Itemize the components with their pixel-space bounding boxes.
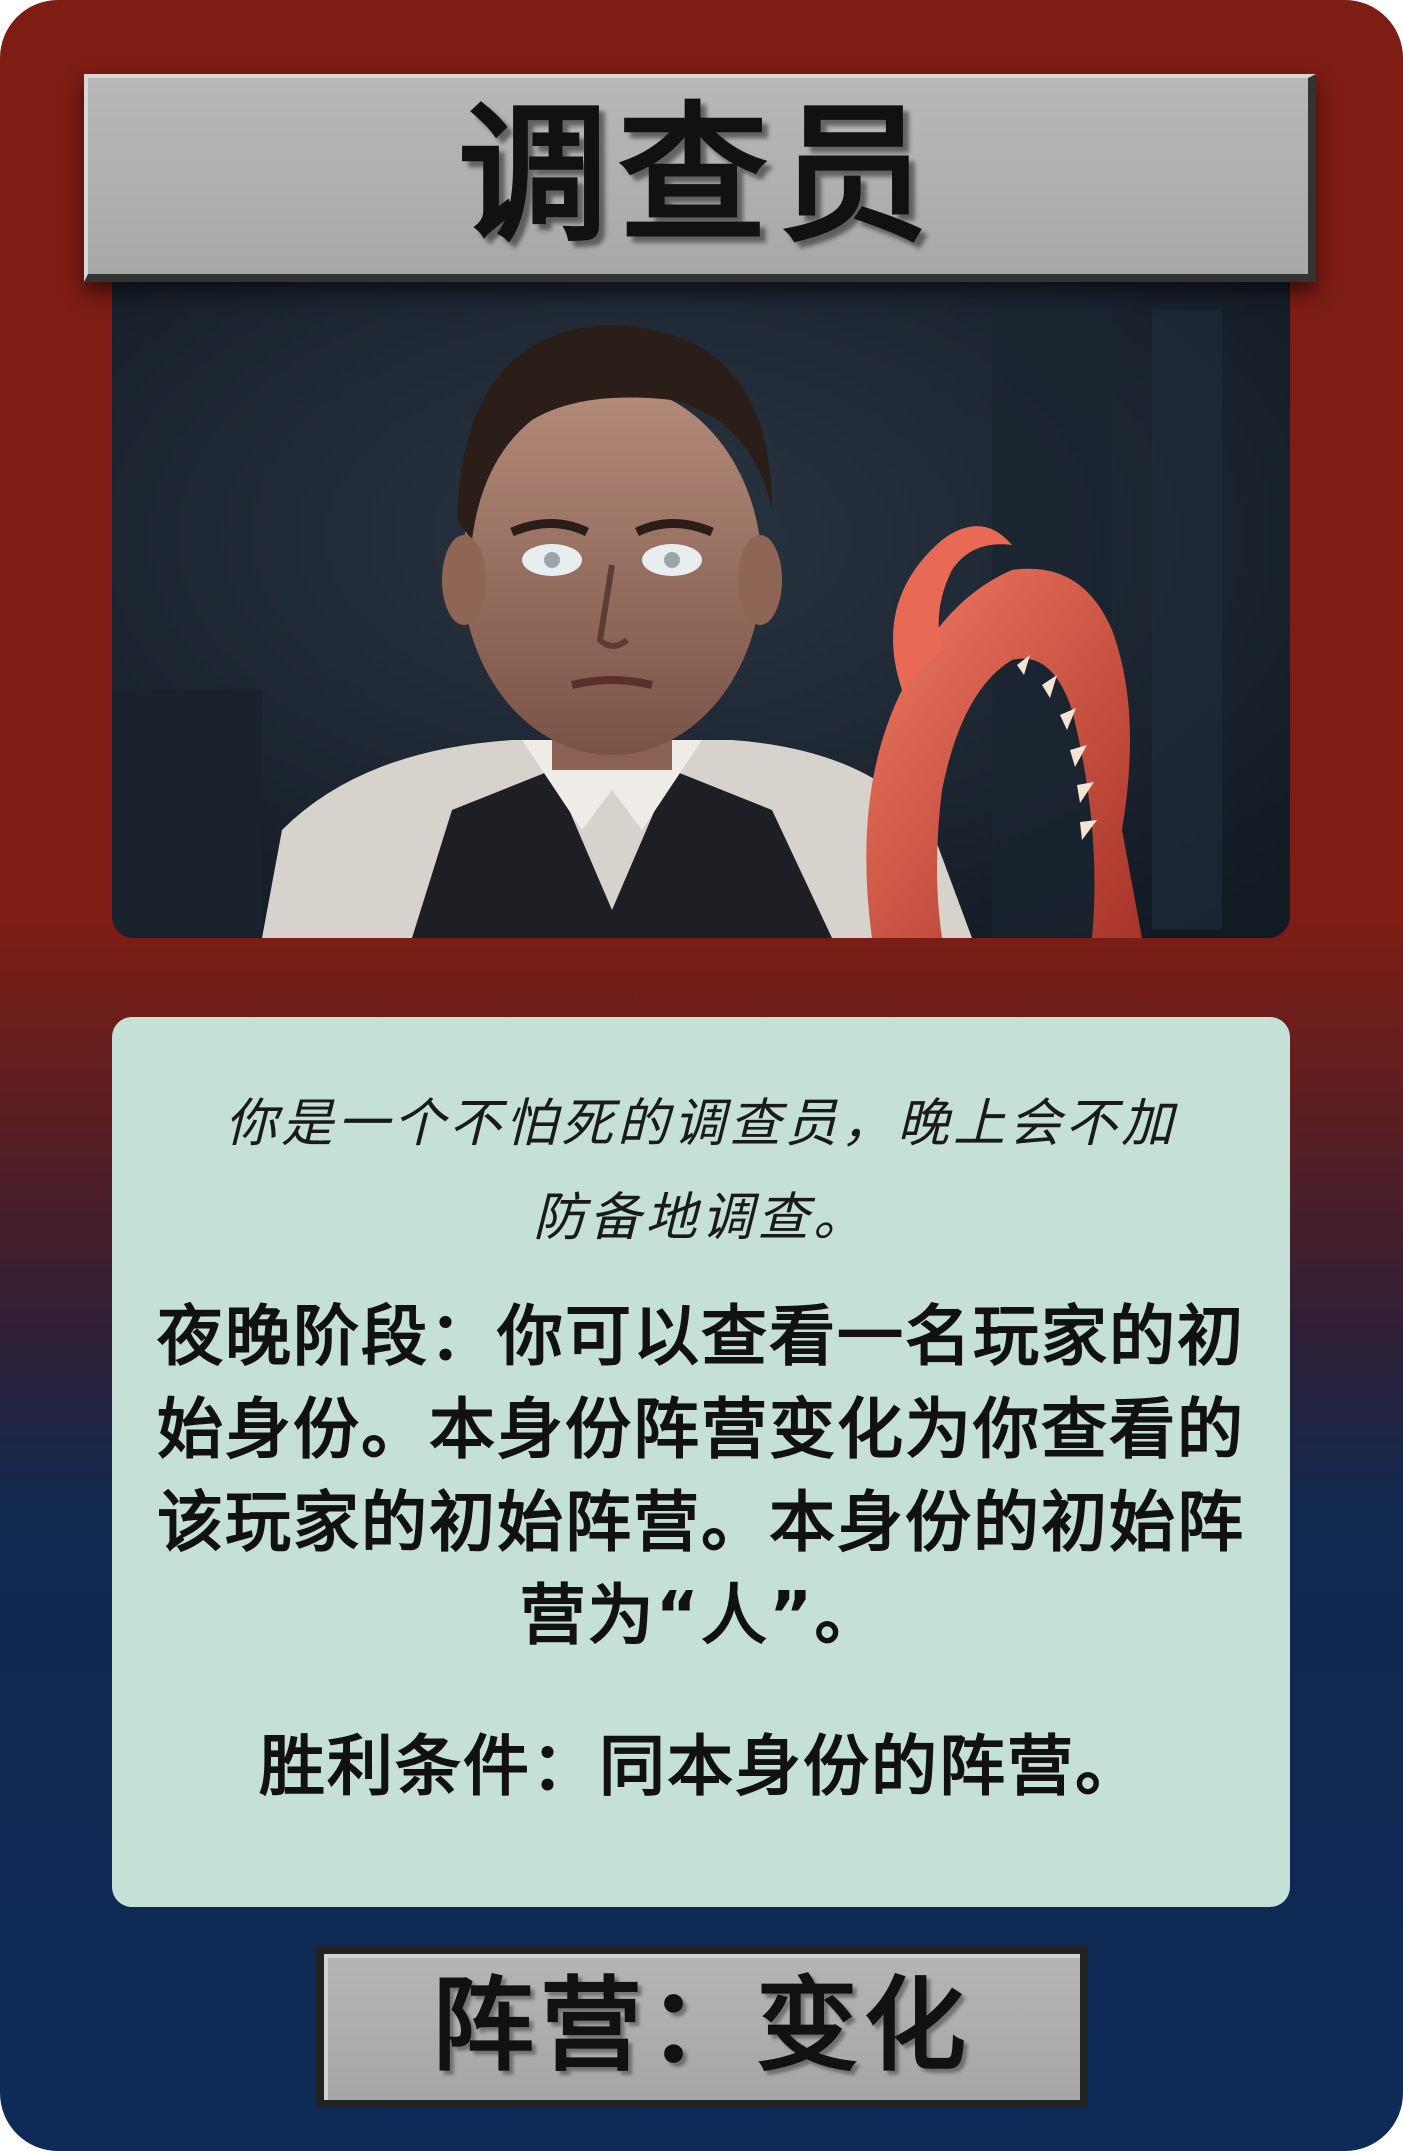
- faction-banner: 阵营：变化: [316, 1946, 1088, 2108]
- card-title: 调查员: [457, 89, 938, 263]
- card-title-banner: 调查员: [84, 74, 1316, 282]
- card-description-box: 你是一个不怕死的调查员，晚上会不加防备地调查。 夜晚阶段：你可以查看一名玩家的初…: [112, 1017, 1290, 1907]
- ability-text: 夜晚阶段：你可以查看一名玩家的初始身份。本身份阵营变化为你查看的该玩家的初始阵营…: [157, 1298, 1245, 1654]
- win-condition-text: 胜利条件：同本身份的阵营。: [259, 1728, 1143, 1805]
- flavor-text: 你是一个不怕死的调查员，晚上会不加防备地调查。: [224, 1094, 1177, 1248]
- character-portrait-illustration: [112, 270, 1290, 938]
- role-card: 调查员 你是一个不怕死的调查员，晚上会不加防备地调查。 夜晚阶段：你可以查看一名…: [0, 0, 1403, 2151]
- faction-label: 阵营：变化: [432, 1967, 972, 2086]
